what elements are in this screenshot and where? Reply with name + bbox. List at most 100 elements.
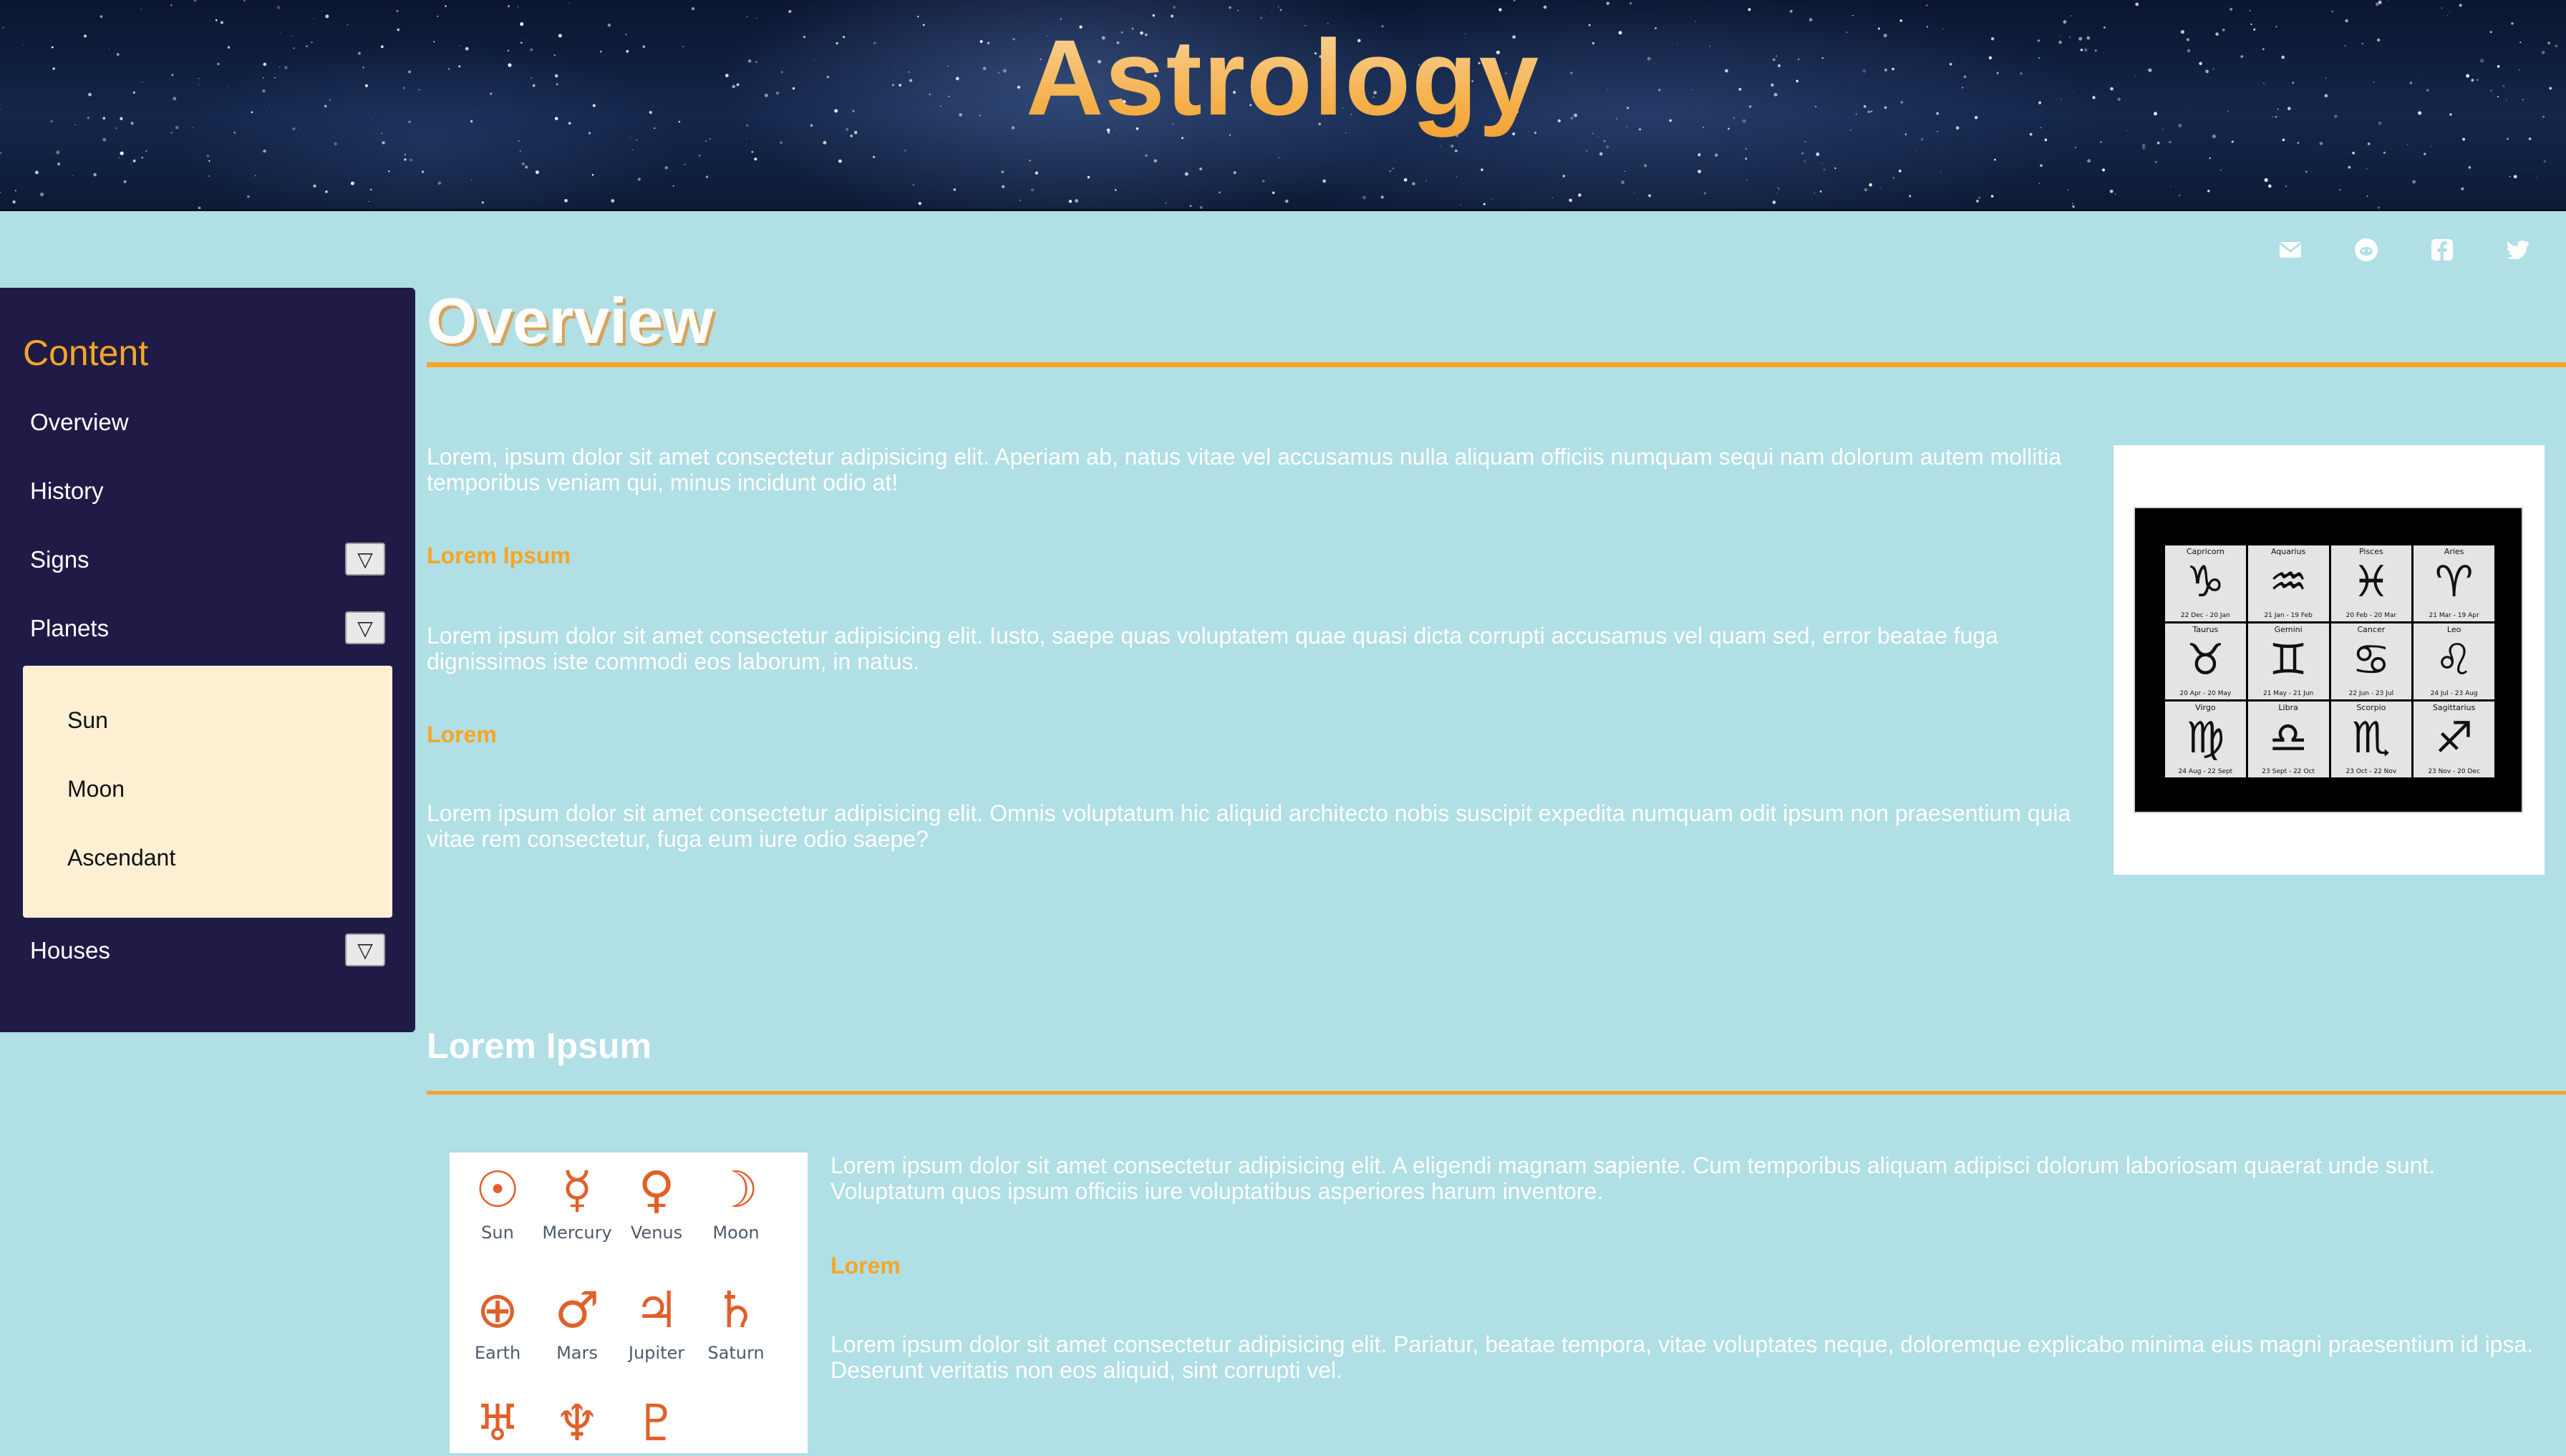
zodiac-chart-image: Capricorn ♑ 22 Dec - 20 Jan Aquarius ♒ 21 Jan… — [2114, 445, 2545, 875]
overview-subheading-2: Lorem — [427, 722, 497, 747]
zodiac-cell: Libra ♎ 23 Sept - 22 Oct — [2247, 702, 2329, 777]
section2-subheading: Lorem — [831, 1253, 901, 1278]
zodiac-dates: 24 Aug - 22 Sept — [2178, 768, 2233, 775]
sidebar-item-label: History — [30, 477, 104, 504]
zodiac-dates: 24 Jul - 23 Aug — [2430, 690, 2478, 697]
zodiac-name: Scorpio — [2356, 703, 2386, 712]
zodiac-grid: Capricorn ♑ 22 Dec - 20 Jan Aquarius ♒ 21 Jan… — [2165, 545, 2494, 777]
overview-subheading-1: Lorem Ipsum — [427, 543, 571, 568]
signs-dropdown-button[interactable]: ▽ — [345, 543, 385, 576]
zodiac-symbol-icon: ♎ — [2269, 713, 2308, 763]
section2-paragraph-2: Lorem ipsum dolor sit amet consectetur a… — [831, 1331, 2534, 1383]
sidebar-item-planets[interactable]: Planets ▽ — [30, 607, 385, 650]
zodiac-cell: Scorpio ♏ 23 Oct - 22 Nov — [2330, 702, 2412, 777]
zodiac-name: Aquarius — [2270, 547, 2306, 556]
sidebar-item-label: Planets — [30, 615, 110, 641]
zodiac-name: Libra — [2278, 703, 2298, 712]
zodiac-symbol-icon: ♍ — [2186, 713, 2225, 763]
planet-label: Mercury — [542, 1223, 612, 1243]
zodiac-dates: 22 Dec - 20 Jan — [2180, 612, 2230, 619]
planet-label: Mars — [556, 1343, 598, 1363]
zodiac-dates: 20 Feb - 20 Mar — [2345, 612, 2397, 619]
section2-divider — [427, 1091, 2566, 1095]
planet-cell: ⊕ Earth — [458, 1281, 537, 1363]
planet-label: Earth — [474, 1343, 521, 1363]
planet-cell: ♇ — [617, 1394, 696, 1456]
zodiac-dates: 21 May - 21 Jun — [2262, 690, 2314, 697]
sidebar: Content Overview History Signs ▽ Planets… — [0, 288, 415, 1032]
planets-dropdown-button[interactable]: ▽ — [345, 611, 385, 644]
zodiac-cell: Sagittarius ♐ 23 Nov - 20 Dec — [2414, 702, 2494, 777]
zodiac-symbol-icon: ♋ — [2351, 635, 2391, 685]
zodiac-cell: Aries ♈ 21 Mar - 19 Apr — [2414, 545, 2494, 621]
zodiac-symbol-icon: ♐ — [2434, 713, 2474, 763]
planets-submenu: Sun Moon Ascendant — [23, 666, 392, 918]
zodiac-cell: Aquarius ♒ 21 Jan - 19 Feb — [2247, 545, 2329, 621]
twitter-icon[interactable] — [2506, 238, 2530, 262]
planet-label: Venus — [630, 1223, 683, 1243]
planet-cell: ☉ Sun — [458, 1161, 537, 1243]
envelope-icon[interactable] — [2278, 238, 2303, 262]
sidebar-item-signs[interactable]: Signs ▽ — [30, 538, 385, 581]
zodiac-name: Cancer — [2357, 625, 2386, 634]
zodiac-dates: 23 Sept - 22 Oct — [2262, 768, 2315, 775]
zodiac-symbol-icon: ♉ — [2186, 635, 2225, 685]
reddit-icon[interactable] — [2354, 238, 2378, 262]
site-title: Astrology — [0, 16, 2566, 140]
submenu-item-moon[interactable]: Moon — [67, 776, 125, 802]
zodiac-symbol-icon: ♏ — [2351, 713, 2391, 763]
zodiac-dates: 21 Jan - 19 Feb — [2264, 612, 2313, 619]
sidebar-item-history[interactable]: History — [30, 470, 385, 513]
zodiac-name: Virgo — [2195, 703, 2216, 712]
sidebar-title: Content — [23, 333, 149, 373]
zodiac-cell: Cancer ♋ 22 Jun - 23 Jul — [2330, 623, 2412, 699]
planet-symbol-icon: ♃ — [634, 1281, 679, 1339]
site-header: Astrology — [0, 0, 2566, 211]
overview-paragraph-3: Lorem ipsum dolor sit amet consectetur a… — [427, 800, 2071, 852]
planet-label: Jupiter — [628, 1343, 685, 1363]
planet-symbol-icon: ♂ — [554, 1281, 600, 1339]
planet-cell: ♄ Saturn — [697, 1281, 775, 1363]
zodiac-dates: 20 Apr - 20 May — [2179, 690, 2232, 697]
sidebar-item-houses[interactable]: Houses ▽ — [30, 929, 385, 972]
zodiac-symbol-icon: ♈ — [2434, 557, 2474, 607]
zodiac-chart-border: Capricorn ♑ 22 Dec - 20 Jan Aquarius ♒ 21 Jan… — [2134, 507, 2523, 813]
zodiac-dates: 23 Nov - 20 Dec — [2428, 768, 2480, 775]
zodiac-cell: Virgo ♍ 24 Aug - 22 Sept — [2165, 702, 2246, 777]
planet-symbol-icon: ♄ — [713, 1281, 759, 1339]
planet-cell: ♂ Mars — [538, 1281, 616, 1363]
sidebar-item-label: Overview — [30, 409, 129, 435]
planet-symbol-icon: ♅ — [475, 1394, 521, 1452]
planet-symbol-icon: ♆ — [554, 1394, 600, 1452]
zodiac-cell: Capricorn ♑ 22 Dec - 20 Jan — [2165, 545, 2246, 621]
houses-dropdown-button[interactable]: ▽ — [345, 933, 385, 966]
planet-cell: ♆ — [538, 1394, 616, 1456]
zodiac-dates: 22 Jun - 23 Jul — [2348, 690, 2394, 697]
planet-symbol-icon: ☉ — [475, 1160, 521, 1219]
section2-heading: Lorem Ipsum — [427, 1026, 652, 1066]
submenu-item-sun[interactable]: Sun — [67, 707, 108, 734]
zodiac-cell: Leo ♌ 24 Jul - 23 Aug — [2414, 623, 2494, 699]
planet-symbol-icon: ♀ — [638, 1160, 675, 1219]
planet-symbol-icon: ♇ — [634, 1394, 679, 1452]
overview-paragraph-1: Lorem, ipsum dolor sit amet consectetur … — [427, 444, 2062, 495]
submenu-item-ascendant[interactable]: Ascendant — [67, 845, 175, 871]
overview-paragraph-2: Lorem ipsum dolor sit amet consectetur a… — [427, 623, 1998, 674]
social-links — [2278, 238, 2530, 262]
overview-heading: Overview — [427, 286, 714, 357]
sidebar-item-overview[interactable]: Overview — [30, 401, 385, 444]
planet-cell: ☿ Mercury — [538, 1161, 616, 1243]
facebook-icon[interactable] — [2430, 238, 2454, 262]
planet-cell: ♃ Jupiter — [617, 1281, 696, 1363]
zodiac-symbol-icon: ♑ — [2186, 557, 2225, 607]
zodiac-symbol-icon: ♊ — [2269, 635, 2308, 685]
zodiac-name: Taurus — [2192, 625, 2219, 634]
planet-cell: ♅ — [458, 1394, 537, 1456]
zodiac-name: Pisces — [2359, 547, 2383, 556]
planet-symbols-image: ☉ Sun ☿ Mercury ♀ Venus ☽ Moon ⊕ Earth ♂ Mars ♃ Jupit… — [450, 1152, 808, 1453]
planet-label: Saturn — [707, 1343, 765, 1363]
zodiac-dates: 21 Mar - 19 Apr — [2429, 612, 2479, 619]
zodiac-symbol-icon: ♓ — [2351, 557, 2391, 607]
zodiac-name: Capricorn — [2186, 547, 2224, 556]
zodiac-name: Gemini — [2274, 625, 2303, 634]
